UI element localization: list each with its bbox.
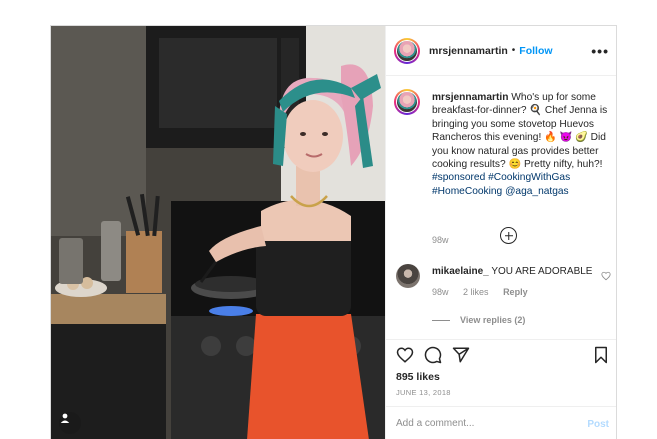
comment-input[interactable] <box>396 418 566 429</box>
post-date[interactable]: JUNE 13, 2018 <box>396 388 451 397</box>
like-button[interactable] <box>396 346 414 369</box>
mention-link[interactable]: @aga_natgas <box>505 186 569 197</box>
hashtag-link[interactable]: #sponsored <box>432 172 485 183</box>
avatar-image <box>396 39 418 62</box>
instagram-post: mrsjennamartin • Follow ••• mrsjennamart… <box>50 25 617 439</box>
save-button[interactable] <box>593 346 609 369</box>
caption-timestamp[interactable]: 98w <box>432 235 449 245</box>
tagged-users-button[interactable] <box>59 412 81 434</box>
commenter-avatar[interactable] <box>396 264 420 288</box>
comment-timestamp[interactable]: 98w <box>432 287 449 297</box>
comment-icon <box>424 346 442 364</box>
comment-likes[interactable]: 2 likes <box>463 287 489 297</box>
author-username[interactable]: mrsjennamartin <box>429 45 508 57</box>
follow-button[interactable]: Follow <box>519 45 552 57</box>
post-photo-illustration <box>51 26 385 439</box>
view-replies-button[interactable]: View replies (2) <box>432 315 525 325</box>
reply-button[interactable]: Reply <box>503 287 528 297</box>
share-button[interactable] <box>452 346 470 369</box>
post-sidebar: mrsjennamartin • Follow ••• mrsjennamart… <box>385 26 616 439</box>
hashtag-link[interactable]: #HomeCooking <box>432 186 502 197</box>
bookmark-icon <box>595 346 607 364</box>
send-icon <box>452 347 470 363</box>
hashtag-link[interactable]: #CookingWithGas <box>488 172 570 183</box>
like-count[interactable]: 895 likes <box>396 371 440 383</box>
caption-body: Who's up for some breakfast-for-dinner? … <box>432 92 608 171</box>
post-actions-section: 895 likes JUNE 13, 2018 Post <box>386 339 616 439</box>
heart-icon <box>601 271 611 281</box>
avatar-image <box>396 91 418 113</box>
comment-like-button[interactable] <box>601 268 611 286</box>
replies-divider <box>432 320 450 322</box>
comments-section: mrsjennamartin Who's up for some breakfa… <box>386 77 616 339</box>
user-icon <box>60 413 70 423</box>
post-photo[interactable] <box>51 26 385 439</box>
comment-text: mikaelaine_ YOU ARE ADORABLE <box>432 266 592 277</box>
load-more-comments-icon[interactable] <box>500 227 517 244</box>
post-comment-button[interactable]: Post <box>587 419 609 430</box>
caption-text: mrsjennamartin Who's up for some breakfa… <box>432 91 616 198</box>
view-replies-label: View replies (2) <box>460 315 526 325</box>
comment-meta: 98w 2 likes Reply <box>432 287 540 297</box>
action-bar <box>396 346 609 370</box>
comment-button[interactable] <box>424 346 442 369</box>
commenter-username[interactable]: mikaelaine_ <box>432 266 489 277</box>
more-horizontal-icon[interactable]: ••• <box>591 43 609 59</box>
heart-icon <box>396 347 414 363</box>
comment-body: YOU ARE ADORABLE <box>491 266 593 277</box>
post-header: mrsjennamartin • Follow ••• <box>386 26 616 76</box>
header-separator: • <box>511 45 516 56</box>
caption-avatar[interactable] <box>394 89 420 115</box>
author-avatar[interactable] <box>394 37 420 64</box>
caption-username[interactable]: mrsjennamartin <box>432 92 508 103</box>
add-comment-bar: Post <box>386 406 616 439</box>
